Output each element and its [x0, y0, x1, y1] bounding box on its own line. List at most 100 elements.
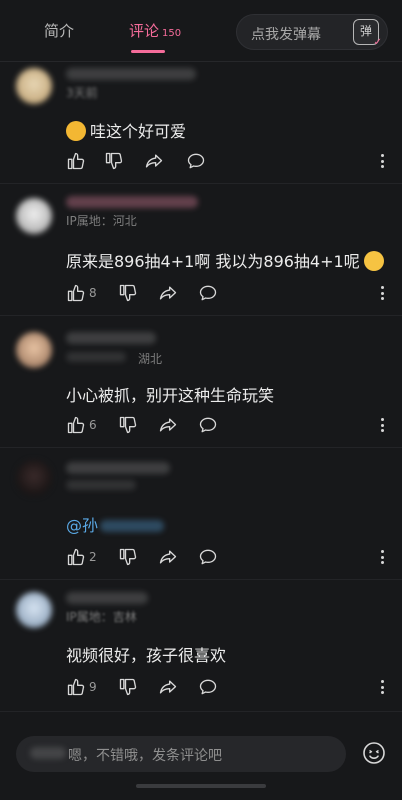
dislike-icon	[105, 152, 123, 170]
avatar[interactable]	[16, 592, 52, 628]
comment-date	[66, 352, 126, 362]
avatar[interactable]	[16, 332, 52, 368]
comment-actions	[66, 150, 386, 174]
like-icon	[67, 678, 85, 696]
avatar[interactable]	[16, 198, 52, 234]
comment-actions: 9	[66, 676, 386, 700]
comment-text-content: 哇这个好可爱	[90, 122, 187, 141]
comment-text: 哇这个好可爱	[66, 118, 186, 142]
dislike-button[interactable]	[118, 282, 138, 304]
emoji-icon	[66, 121, 86, 141]
more-icon[interactable]	[378, 414, 386, 436]
like-icon	[67, 548, 85, 566]
dislike-button[interactable]	[104, 150, 124, 172]
reply-button[interactable]	[198, 414, 218, 436]
comment-list[interactable]: 3天前 哇这个好可爱 IP属地：河北 原来是896抽4+1啊 我以为896抽4+…	[0, 62, 402, 712]
more-icon[interactable]	[378, 150, 386, 172]
avatar[interactable]	[16, 460, 52, 496]
top-tab-bar: 简介 评论 150 点我发弹幕 弹 ✓	[0, 0, 402, 62]
laugh-emoji-icon	[363, 251, 384, 271]
share-button[interactable]	[158, 282, 178, 304]
comment-actions: 8	[66, 282, 386, 306]
share-button[interactable]	[158, 414, 178, 436]
comment-item: @孙 2	[0, 448, 402, 580]
comment-text: 视频很好，孩子很喜欢	[66, 646, 227, 665]
comment-item: 湖北 小心被抓，别开这种生命玩笑 6	[0, 316, 402, 448]
username[interactable]	[66, 462, 170, 474]
reply-icon	[199, 679, 217, 695]
like-button[interactable]: 6	[66, 414, 97, 436]
comment-item: IP属地：河北 原来是896抽4+1啊 我以为896抽4+1呢 8	[0, 184, 402, 316]
comment-item: IP属地：吉林 视频很好，孩子很喜欢 9	[0, 580, 402, 712]
more-icon[interactable]	[378, 676, 386, 698]
mention-blur	[100, 520, 165, 532]
dislike-button[interactable]	[118, 676, 138, 698]
tab-comments-label: 评论	[129, 22, 160, 40]
reply-button[interactable]	[186, 150, 206, 172]
username[interactable]	[66, 592, 148, 604]
like-count: 2	[89, 550, 97, 564]
danmu-icon-label: 弹	[359, 24, 372, 38]
mention-text: @孙	[66, 516, 99, 535]
comment-input[interactable]: 嗯，不错哦，发条评论吧	[16, 736, 346, 772]
dislike-icon	[119, 284, 137, 302]
like-button[interactable]: 9	[66, 676, 97, 698]
share-button[interactable]	[158, 546, 178, 568]
like-button[interactable]	[66, 150, 89, 172]
check-icon: ✓	[373, 37, 382, 48]
more-icon[interactable]	[378, 282, 386, 304]
reply-button[interactable]	[198, 546, 218, 568]
like-count: 6	[89, 418, 97, 432]
share-icon	[159, 418, 177, 432]
mention-link[interactable]: @孙	[66, 512, 165, 536]
comment-item: 3天前 哇这个好可爱	[0, 62, 402, 184]
username[interactable]	[66, 68, 196, 80]
comment-input-placeholder: 嗯，不错哦，发条评论吧	[68, 748, 222, 764]
like-count: 8	[89, 286, 97, 300]
input-avatar	[30, 747, 66, 759]
username[interactable]	[66, 332, 156, 344]
dislike-icon	[119, 678, 137, 696]
share-button[interactable]	[144, 150, 164, 172]
comments-count: 150	[162, 28, 182, 39]
comment-meta: 湖北	[138, 352, 163, 366]
more-icon[interactable]	[378, 546, 386, 568]
like-icon	[67, 416, 85, 434]
comment-text-content: 原来是896抽4+1啊 我以为896抽4+1呢	[66, 252, 360, 271]
comment-actions: 6	[66, 414, 386, 438]
comment-actions: 2	[66, 546, 386, 570]
like-icon	[67, 152, 85, 170]
share-icon	[159, 286, 177, 300]
share-icon	[145, 154, 163, 168]
dislike-icon	[119, 548, 137, 566]
emoji-icon[interactable]	[362, 741, 386, 765]
comment-meta: IP属地：吉林	[66, 610, 137, 624]
comment-date	[66, 480, 136, 490]
comment-text: 小心被抓，别开这种生命玩笑	[66, 386, 275, 405]
active-tab-indicator	[131, 50, 165, 53]
username[interactable]	[66, 196, 198, 208]
share-icon	[159, 550, 177, 564]
reply-button[interactable]	[198, 282, 218, 304]
danmu-input[interactable]: 点我发弹幕 弹 ✓	[236, 14, 388, 50]
like-count: 9	[89, 680, 97, 694]
avatar[interactable]	[16, 68, 52, 104]
tab-intro[interactable]: 简介	[44, 20, 74, 41]
comment-text: 原来是896抽4+1啊 我以为896抽4+1呢	[66, 248, 384, 272]
share-button[interactable]	[158, 676, 178, 698]
like-icon	[67, 284, 85, 302]
tab-comments[interactable]: 评论 150	[129, 20, 181, 41]
reply-icon	[187, 153, 205, 169]
comment-meta: IP属地：河北	[66, 214, 137, 228]
danmu-placeholder: 点我发弹幕	[251, 27, 321, 43]
share-icon	[159, 680, 177, 694]
home-indicator	[136, 784, 266, 788]
like-button[interactable]: 2	[66, 546, 97, 568]
dislike-button[interactable]	[118, 546, 138, 568]
like-button[interactable]: 8	[66, 282, 97, 304]
dislike-icon	[119, 416, 137, 434]
dislike-button[interactable]	[118, 414, 138, 436]
comment-meta: 3天前	[66, 86, 98, 100]
danmu-icon[interactable]: 弹 ✓	[353, 19, 382, 48]
reply-button[interactable]	[198, 676, 218, 698]
